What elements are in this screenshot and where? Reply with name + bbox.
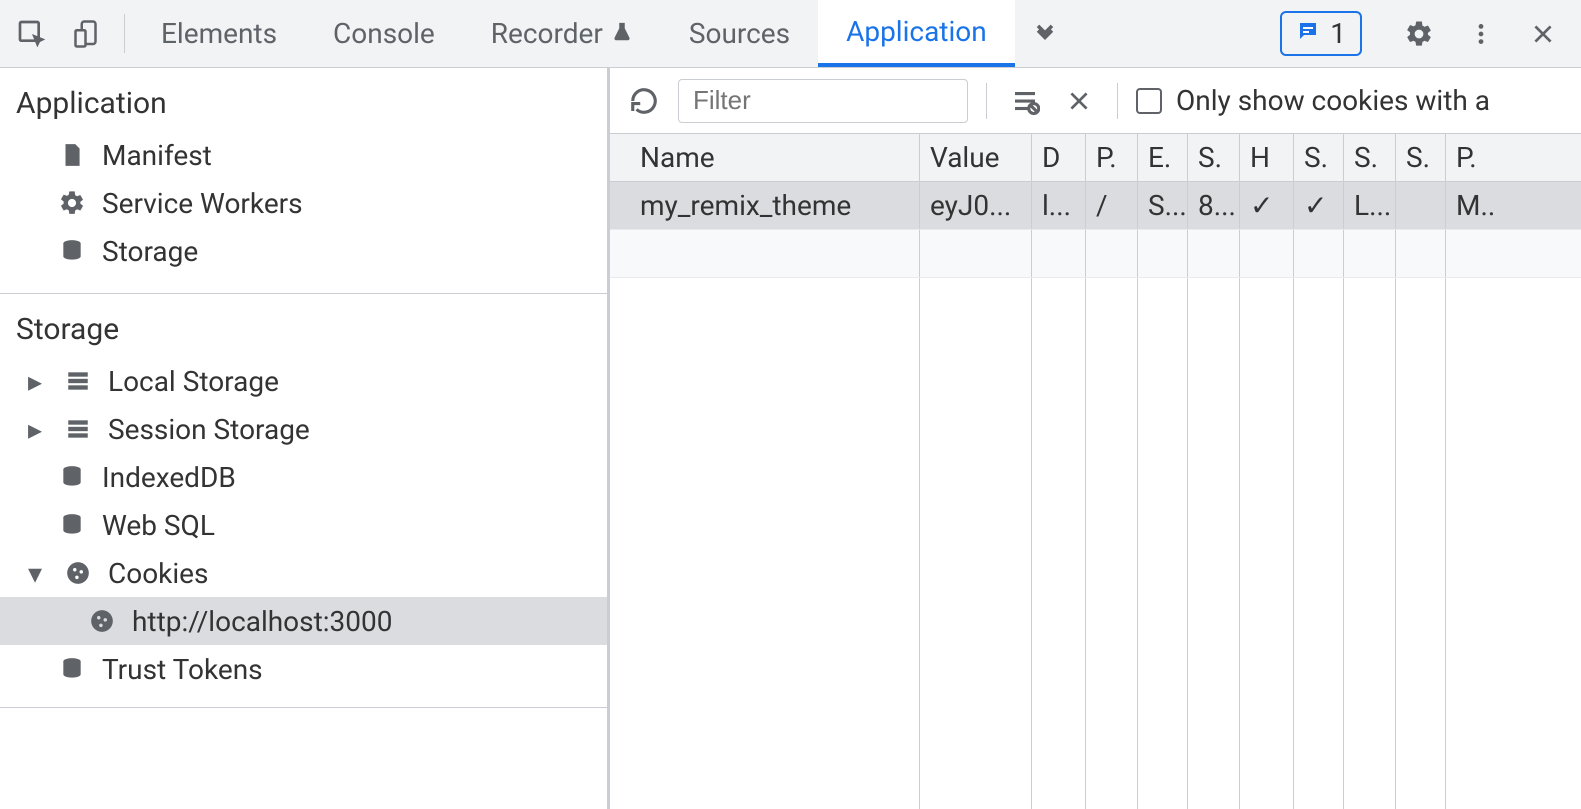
sidebar-item-local-storage[interactable]: ▸ Local Storage bbox=[0, 357, 607, 405]
panel-tabs: Elements Console Recorder Sources Applic… bbox=[133, 0, 1274, 67]
cell-expires: S... bbox=[1138, 182, 1188, 229]
tab-console[interactable]: Console bbox=[305, 0, 463, 67]
section-divider bbox=[0, 707, 607, 708]
issues-badge[interactable]: 1 bbox=[1280, 11, 1362, 56]
sidebar-item-label: Service Workers bbox=[102, 187, 303, 220]
table-header: Name Value D P. E. S. H S. S. S. P. bbox=[610, 134, 1581, 182]
close-icon[interactable] bbox=[1515, 21, 1571, 47]
clear-all-icon[interactable] bbox=[1005, 81, 1045, 121]
col-name[interactable]: Name bbox=[610, 134, 920, 181]
col-sameparty[interactable]: S. bbox=[1396, 134, 1446, 181]
refresh-icon[interactable] bbox=[624, 81, 664, 121]
table-icon bbox=[62, 368, 94, 394]
table-row[interactable]: my_remix_theme eyJ0... l... / S... 8... … bbox=[610, 182, 1581, 230]
delete-icon[interactable] bbox=[1059, 81, 1099, 121]
more-tabs-icon[interactable] bbox=[1015, 0, 1075, 67]
expand-arrow-icon[interactable]: ▸ bbox=[28, 413, 48, 446]
table-body: my_remix_theme eyJ0... l... / S... 8... … bbox=[610, 182, 1581, 809]
sidebar-item-storage[interactable]: Storage bbox=[0, 227, 607, 275]
tab-application[interactable]: Application bbox=[818, 0, 1015, 67]
inspect-element-icon[interactable] bbox=[4, 0, 60, 67]
database-icon bbox=[56, 464, 88, 490]
table-row-empty[interactable] bbox=[610, 230, 1581, 278]
sidebar-item-label: Web SQL bbox=[102, 509, 215, 542]
col-size[interactable]: S. bbox=[1188, 134, 1240, 181]
cookies-table: Name Value D P. E. S. H S. S. S. P. my_r… bbox=[610, 134, 1581, 809]
device-toggle-icon[interactable] bbox=[60, 0, 116, 67]
sidebar-item-label: Storage bbox=[102, 235, 198, 268]
col-domain[interactable]: D bbox=[1032, 134, 1086, 181]
cookie-icon bbox=[86, 608, 118, 634]
sidebar-item-manifest[interactable]: Manifest bbox=[0, 131, 607, 179]
document-icon bbox=[56, 142, 88, 168]
only-show-cookies-checkbox[interactable]: Only show cookies with a bbox=[1136, 84, 1490, 117]
cell-name: my_remix_theme bbox=[610, 182, 920, 229]
section-application-title: Application bbox=[0, 68, 607, 131]
col-expires[interactable]: E. bbox=[1138, 134, 1188, 181]
section-storage-title: Storage bbox=[0, 294, 607, 357]
message-icon bbox=[1296, 17, 1320, 50]
database-icon bbox=[56, 512, 88, 538]
cell-domain: l... bbox=[1032, 182, 1086, 229]
database-icon bbox=[56, 656, 88, 682]
sidebar-item-label: http://localhost:3000 bbox=[132, 605, 393, 638]
sidebar-item-label: Cookies bbox=[108, 557, 208, 590]
cookie-icon bbox=[62, 560, 94, 586]
table-row-empty bbox=[610, 278, 1581, 809]
toolbar-separator bbox=[124, 14, 125, 53]
devtools-toolbar: Elements Console Recorder Sources Applic… bbox=[0, 0, 1581, 68]
expand-arrow-icon[interactable]: ▸ bbox=[28, 365, 48, 398]
settings-icon[interactable] bbox=[1391, 19, 1447, 49]
checkbox-label: Only show cookies with a bbox=[1176, 84, 1490, 117]
cell-path: / bbox=[1086, 182, 1138, 229]
cell-samesite: L... bbox=[1344, 182, 1396, 229]
kebab-menu-icon[interactable] bbox=[1453, 21, 1509, 47]
sidebar-item-trust-tokens[interactable]: Trust Tokens bbox=[0, 645, 607, 693]
cell-sameparty bbox=[1396, 182, 1446, 229]
cell-value: eyJ0... bbox=[920, 182, 1032, 229]
col-httponly[interactable]: H bbox=[1240, 134, 1294, 181]
sidebar-item-label: Manifest bbox=[102, 139, 212, 172]
cell-size: 8... bbox=[1188, 182, 1240, 229]
sidebar-item-websql[interactable]: Web SQL bbox=[0, 501, 607, 549]
main-area: Application Manifest Service Workers Sto… bbox=[0, 68, 1581, 809]
tab-sources[interactable]: Sources bbox=[661, 0, 818, 67]
checkbox-icon bbox=[1136, 88, 1162, 114]
sidebar-item-service-workers[interactable]: Service Workers bbox=[0, 179, 607, 227]
col-path[interactable]: P. bbox=[1086, 134, 1138, 181]
sidebar-item-label: IndexedDB bbox=[102, 461, 236, 494]
tab-elements[interactable]: Elements bbox=[133, 0, 305, 67]
tab-recorder[interactable]: Recorder bbox=[463, 0, 661, 67]
application-sidebar: Application Manifest Service Workers Sto… bbox=[0, 68, 610, 809]
flask-icon bbox=[611, 17, 633, 50]
database-icon bbox=[56, 238, 88, 264]
sidebar-item-session-storage[interactable]: ▸ Session Storage bbox=[0, 405, 607, 453]
cell-secure: ✓ bbox=[1294, 182, 1344, 229]
sidebar-item-label: Local Storage bbox=[108, 365, 279, 398]
gear-icon bbox=[56, 189, 88, 217]
sidebar-item-label: Trust Tokens bbox=[102, 653, 263, 686]
col-priority[interactable]: P. bbox=[1446, 134, 1526, 181]
filter-separator bbox=[986, 83, 987, 119]
filter-input[interactable] bbox=[678, 79, 968, 123]
filter-separator bbox=[1117, 83, 1118, 119]
issues-count: 1 bbox=[1330, 17, 1346, 50]
cookies-pane: Only show cookies with a Name Value D P.… bbox=[610, 68, 1581, 809]
filter-bar: Only show cookies with a bbox=[610, 68, 1581, 134]
sidebar-item-label: Session Storage bbox=[108, 413, 310, 446]
sidebar-item-cookies[interactable]: ▾ Cookies bbox=[0, 549, 607, 597]
col-samesite[interactable]: S. bbox=[1344, 134, 1396, 181]
cell-priority: M.. bbox=[1446, 182, 1526, 229]
toolbar-right: 1 bbox=[1274, 0, 1577, 67]
table-icon bbox=[62, 416, 94, 442]
cell-httponly: ✓ bbox=[1240, 182, 1294, 229]
sidebar-item-cookie-origin[interactable]: http://localhost:3000 bbox=[0, 597, 607, 645]
sidebar-item-indexeddb[interactable]: IndexedDB bbox=[0, 453, 607, 501]
collapse-arrow-icon[interactable]: ▾ bbox=[28, 557, 48, 590]
col-secure[interactable]: S. bbox=[1294, 134, 1344, 181]
col-value[interactable]: Value bbox=[920, 134, 1032, 181]
